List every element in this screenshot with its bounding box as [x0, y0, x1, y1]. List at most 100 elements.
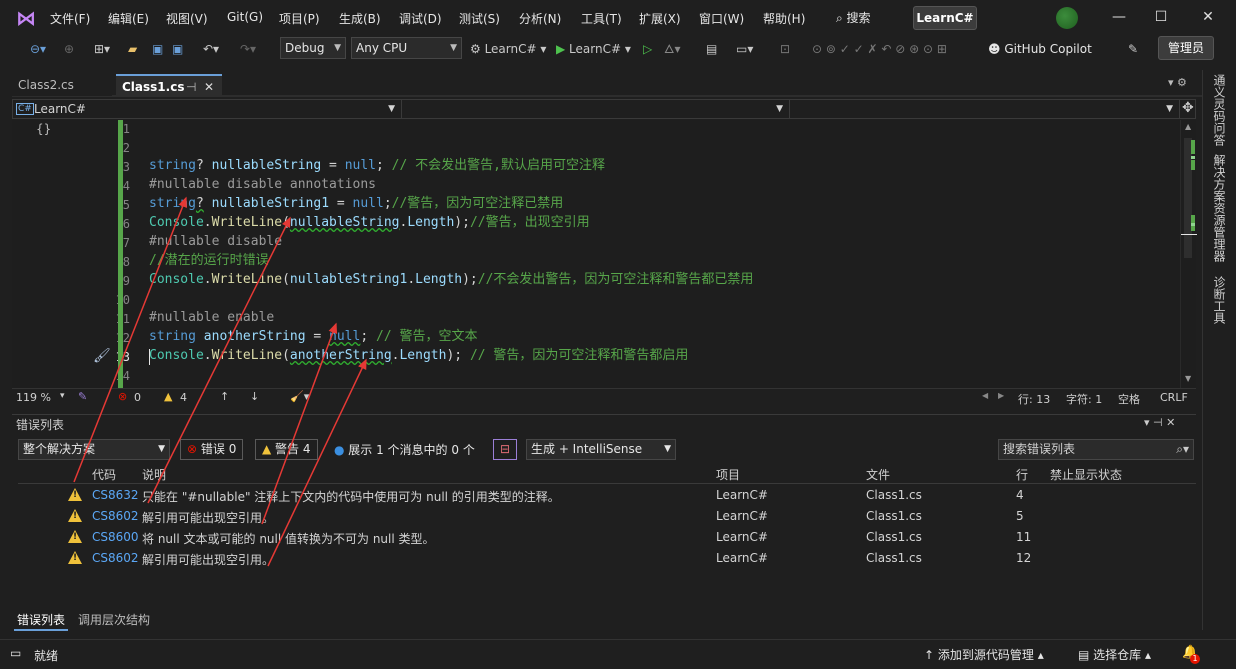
code-line[interactable]: string? nullableString = null; // 不会发出警告… [149, 157, 605, 175]
col-description[interactable]: 说明 [142, 466, 166, 483]
error-search-input[interactable]: 搜索错误列表 ⌕▾ [998, 439, 1194, 460]
config-select[interactable]: Debug ▼ [280, 37, 346, 59]
menu-item[interactable]: 扩展(X) [639, 10, 681, 27]
hot-reload-icon[interactable]: 🜂▾ [664, 38, 681, 60]
build-filter-select[interactable]: 生成 + IntelliSense ▼ [526, 439, 676, 460]
menu-item[interactable]: 生成(B) [339, 10, 381, 27]
messages-filter-button[interactable]: ● 展示 1 个消息中的 0 个 [334, 441, 475, 458]
errors-filter-button[interactable]: ⊗ 错误 0 [180, 439, 244, 460]
tab-call-hierarchy[interactable]: 调用层次结构 [78, 612, 150, 629]
zoom-level[interactable]: 119 % [16, 391, 51, 404]
tab-class2[interactable]: Class2.cs [12, 74, 112, 96]
layout-icon[interactable]: ▭▾ [736, 38, 753, 60]
code-line[interactable]: Console.WriteLine(nullableString.Length)… [149, 214, 590, 232]
menu-item[interactable]: 调试(D) [399, 10, 442, 27]
error-code[interactable]: CS8632 [92, 488, 139, 502]
tab-overflow-icon[interactable]: ▾ ⚙ [1168, 76, 1187, 89]
col-suppression[interactable]: 禁止显示状态 [1050, 466, 1122, 483]
error-code[interactable]: CS8602 [92, 551, 139, 565]
avatar[interactable] [1056, 7, 1078, 29]
scope-select[interactable]: 整个解决方案 ▼ [18, 439, 170, 460]
code-line[interactable]: #nullable disable [149, 233, 282, 251]
dock-tab-solution-explorer[interactable]: 解决方案资源管理器 [1211, 154, 1228, 262]
error-count[interactable]: 0 [134, 391, 141, 404]
forward-icon[interactable]: ⊕ [64, 38, 74, 60]
nav-type-select[interactable]: ▼ [402, 99, 790, 119]
code-line[interactable]: string? nullableString1 = null;//警告，因为可空… [149, 195, 563, 213]
code-line[interactable]: #nullable disable annotations [149, 176, 376, 194]
run-button[interactable]: ▶ LearnC# ▾ [556, 38, 631, 60]
cursor-char[interactable]: 字符: 1 [1066, 391, 1102, 407]
output-icon[interactable]: ▭ [10, 646, 21, 660]
code-line[interactable]: //潜在的运行时错误 [149, 252, 269, 270]
save-all-icon[interactable]: ▣ [172, 38, 183, 60]
menu-item[interactable]: 帮助(H) [763, 10, 805, 27]
panel-controls[interactable]: ▾ ⊣ ✕ [1144, 416, 1175, 429]
whitespace-mode[interactable]: 空格 [1118, 391, 1140, 407]
back-icon[interactable]: ⊖▾ [30, 38, 46, 60]
save-icon[interactable]: ▣ [152, 38, 163, 60]
error-code[interactable]: CS8602 [92, 509, 139, 523]
run-without-debug-icon[interactable]: ▷ [643, 38, 652, 60]
search-box[interactable]: ⌕ 搜索 [836, 9, 871, 26]
dock-tab-tongyi[interactable]: 通义灵码问答 [1211, 74, 1228, 146]
tab-error-list[interactable]: 错误列表 [14, 612, 69, 631]
col-code[interactable]: 代码 [92, 466, 116, 483]
feedback-icon[interactable]: ✎ [1128, 38, 1138, 60]
platform-select[interactable]: Any CPU ▼ [351, 37, 462, 59]
menu-item[interactable]: 项目(P) [279, 10, 320, 27]
pin-icon[interactable]: ⊣ [186, 76, 196, 98]
new-project-icon[interactable]: ⊞▾ [94, 38, 110, 60]
vertical-scrollbar[interactable]: ▲ ▼ [1180, 120, 1197, 388]
admin-button[interactable]: 管理员 [1158, 36, 1214, 60]
undo-icon[interactable]: ↶▾ [203, 38, 219, 60]
split-editor-icon[interactable]: ✥ [1182, 100, 1194, 116]
warnings-filter-button[interactable]: ▲ 警告 4 [255, 439, 318, 460]
prev-issue-icon[interactable]: ↑ [220, 390, 229, 403]
maximize-button[interactable]: ☐ [1149, 6, 1173, 28]
table-row[interactable]: ! CS8632 只能在 "#nullable" 注释上下文内的代码中使用可为 nu… [18, 485, 1196, 506]
line-ending[interactable]: CRLF [1160, 391, 1188, 404]
code-line[interactable]: string anotherString = null; // 警告，空文本 [149, 328, 477, 346]
project-badge[interactable]: LearnC# [913, 6, 977, 30]
debug-tools-icons[interactable]: ⊙ ⊚ ✓ ✓ ✗ ↶ ⊘ ⊛ ⊙ ⊞ [812, 38, 947, 60]
redo-icon[interactable]: ↷▾ [240, 38, 256, 60]
filter-toggle-icon[interactable]: ⊟ [493, 439, 517, 460]
col-project[interactable]: 项目 [716, 466, 740, 483]
menu-item[interactable]: 编辑(E) [108, 10, 149, 27]
startup-project-select[interactable]: ⚙ LearnC# ▾ [470, 38, 546, 60]
code-line[interactable]: Console.WriteLine(anotherString.Length);… [149, 347, 688, 365]
menu-item[interactable]: 工具(T) [581, 10, 622, 27]
col-file[interactable]: 文件 [866, 466, 890, 483]
bookmark-icon[interactable]: ⊡ [780, 38, 790, 60]
tab-class1[interactable]: Class1.cs ⊣ ✕ [116, 74, 222, 96]
table-row[interactable]: ! CS8602 解引用可能出现空引用。 LearnC# Class1.cs 12 [18, 548, 1196, 569]
toolbox-icon[interactable]: ▤ [706, 38, 717, 60]
dock-tab-diagnostics[interactable]: 诊断工具 [1211, 276, 1228, 324]
copilot-status-icon[interactable]: ✎ [78, 390, 87, 403]
cursor-line[interactable]: 行: 13 [1018, 391, 1050, 407]
visual-studio-logo-icon[interactable]: ⋈ [16, 7, 40, 29]
menu-item[interactable]: 分析(N) [519, 10, 561, 27]
code-cleanup-icon[interactable]: 🧹▾ [290, 390, 309, 403]
code-line[interactable]: #nullable enable [149, 309, 274, 327]
quick-actions-brush-icon[interactable]: 🖌 [93, 348, 111, 364]
nav-project-select[interactable]: C# LearnC# ▼ [12, 99, 402, 119]
col-line[interactable]: 行 [1016, 466, 1028, 483]
next-issue-icon[interactable]: ↓ [250, 390, 259, 403]
nav-member-select[interactable]: ▼ [790, 99, 1180, 119]
repo-button[interactable]: ▤ 选择仓库 ▴ [1078, 646, 1151, 663]
warning-count[interactable]: 4 [180, 391, 187, 404]
minimize-button[interactable]: — [1107, 6, 1131, 28]
close-button[interactable]: ✕ [1196, 6, 1220, 28]
table-row[interactable]: ! CS8600 将 null 文本或可能的 null 值转换为不可为 null 类… [18, 527, 1196, 548]
menu-item[interactable]: 文件(F) [50, 10, 90, 27]
table-row[interactable]: ! CS8602 解引用可能出现空引用。 LearnC# Class1.cs 5 [18, 506, 1196, 527]
open-folder-icon[interactable]: ▰ [128, 38, 137, 60]
menu-item[interactable]: Git(G) [227, 10, 263, 24]
tab-close-icon[interactable]: ✕ [204, 76, 214, 98]
source-control-button[interactable]: ↑ 添加到源代码管理 ▴ [924, 646, 1044, 663]
code-line[interactable]: Console.WriteLine(nullableString1.Length… [149, 271, 753, 289]
menu-item[interactable]: 窗口(W) [699, 10, 744, 27]
error-code[interactable]: CS8600 [92, 530, 139, 544]
